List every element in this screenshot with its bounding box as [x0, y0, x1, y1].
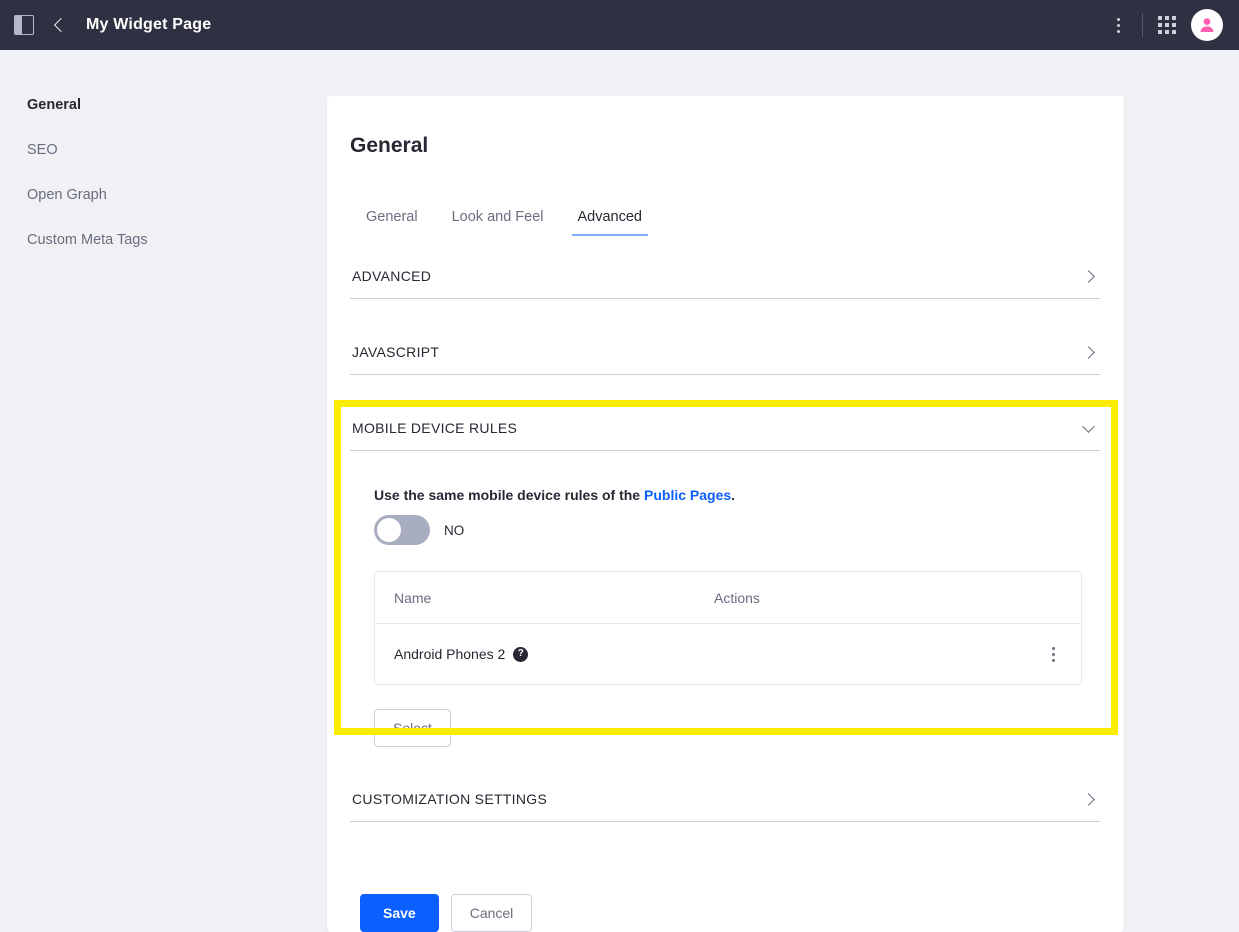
kebab-menu-icon[interactable] [1108, 14, 1128, 36]
settings-sidebar: General SEO Open Graph Custom Meta Tags [0, 96, 327, 932]
sidebar-item-label: Custom Meta Tags [27, 232, 148, 248]
description-suffix: . [731, 487, 736, 503]
page-body: General SEO Open Graph Custom Meta Tags … [0, 50, 1239, 932]
apps-grid-icon[interactable] [1157, 15, 1177, 35]
chevron-right-icon[interactable] [1082, 269, 1096, 283]
same-rules-toggle-row: NO [374, 515, 1100, 545]
page-title: My Widget Page [86, 16, 212, 33]
tab-look-and-feel[interactable]: Look and Feel [446, 205, 550, 236]
public-pages-link[interactable]: Public Pages [644, 487, 731, 503]
section-mobile-device-rules-header[interactable]: MOBILE DEVICE RULES [350, 406, 1100, 450]
mobile-rules-description: Use the same mobile device rules of the … [374, 487, 1100, 503]
top-bar: My Widget Page [0, 0, 1239, 50]
section-heading: General [350, 134, 429, 157]
tab-label: Advanced [577, 209, 643, 225]
section-mobile-device-rules-label: MOBILE DEVICE RULES [352, 420, 518, 436]
section-mobile-device-rules: MOBILE DEVICE RULES Use the same mobile … [350, 406, 1100, 777]
collapsible-sections: ADVANCED JAVASCRIPT MOBILE DEVICE RULES … [350, 254, 1100, 822]
section-javascript-header[interactable]: JAVASCRIPT [350, 330, 1100, 374]
select-button-wrap: Select [374, 709, 1100, 747]
cancel-button[interactable]: Cancel [450, 894, 533, 932]
top-bar-right [1108, 9, 1223, 41]
sidebar-item-label: General [27, 97, 81, 113]
settings-card: General General Look and Feel Advanced A… [327, 96, 1124, 932]
tab-general[interactable]: General [360, 205, 424, 236]
mobile-device-rules-body: Use the same mobile device rules of the … [350, 451, 1100, 777]
sidebar-item-open-graph[interactable]: Open Graph [27, 186, 327, 204]
save-button[interactable]: Save [360, 894, 439, 932]
section-javascript: JAVASCRIPT [350, 330, 1100, 375]
avatar[interactable] [1191, 9, 1223, 41]
top-bar-left: My Widget Page [14, 15, 211, 35]
sidebar-toggle-icon[interactable] [14, 15, 34, 35]
chevron-down-icon[interactable] [1082, 421, 1096, 435]
form-actions: Save Cancel [350, 822, 1100, 932]
tab-label: General [366, 209, 418, 225]
section-advanced-header[interactable]: ADVANCED [350, 254, 1100, 298]
sidebar-item-general[interactable]: General [27, 96, 327, 114]
select-button[interactable]: Select [374, 709, 451, 747]
divider [1142, 13, 1143, 37]
sidebar-item-label: Open Graph [27, 187, 107, 203]
table-row[interactable]: Android Phones 2 ? [375, 624, 1081, 684]
rule-name: Android Phones 2 [394, 646, 506, 662]
sidebar-item-custom-meta-tags[interactable]: Custom Meta Tags [27, 231, 327, 249]
description-prefix: Use the same mobile device rules of the [374, 487, 644, 503]
sidebar-item-label: SEO [27, 142, 58, 158]
tab-label: Look and Feel [451, 209, 544, 225]
chevron-right-icon[interactable] [1082, 792, 1096, 806]
tab-advanced[interactable]: Advanced [571, 205, 648, 236]
chevron-right-icon[interactable] [1082, 345, 1096, 359]
back-arrow-icon[interactable] [50, 16, 68, 34]
section-javascript-label: JAVASCRIPT [352, 344, 440, 360]
card-content: General General Look and Feel Advanced A… [327, 96, 1124, 932]
section-mobile-device-rules-divider: MOBILE DEVICE RULES [350, 406, 1100, 451]
row-actions-kebab-icon[interactable] [1043, 643, 1063, 665]
help-icon[interactable]: ? [513, 646, 529, 662]
tab-bar: General Look and Feel Advanced [350, 205, 1100, 236]
column-header-actions: Actions [714, 589, 760, 606]
same-rules-toggle[interactable] [374, 515, 430, 545]
toggle-knob [377, 518, 401, 542]
toggle-state-label: NO [444, 522, 465, 538]
section-customization-settings: CUSTOMIZATION SETTINGS [350, 777, 1100, 822]
mobile-device-rules-table: Name Actions Android Phones 2 ? [374, 571, 1082, 685]
table-header-row: Name Actions [375, 572, 1081, 624]
section-advanced-label: ADVANCED [352, 268, 432, 284]
section-advanced: ADVANCED [350, 254, 1100, 299]
section-customization-settings-label: CUSTOMIZATION SETTINGS [352, 791, 548, 807]
sidebar-item-seo[interactable]: SEO [27, 141, 327, 159]
column-header-name: Name [394, 589, 432, 606]
section-customization-settings-header[interactable]: CUSTOMIZATION SETTINGS [350, 777, 1100, 821]
rule-name-cell: Android Phones 2 ? [394, 646, 714, 662]
